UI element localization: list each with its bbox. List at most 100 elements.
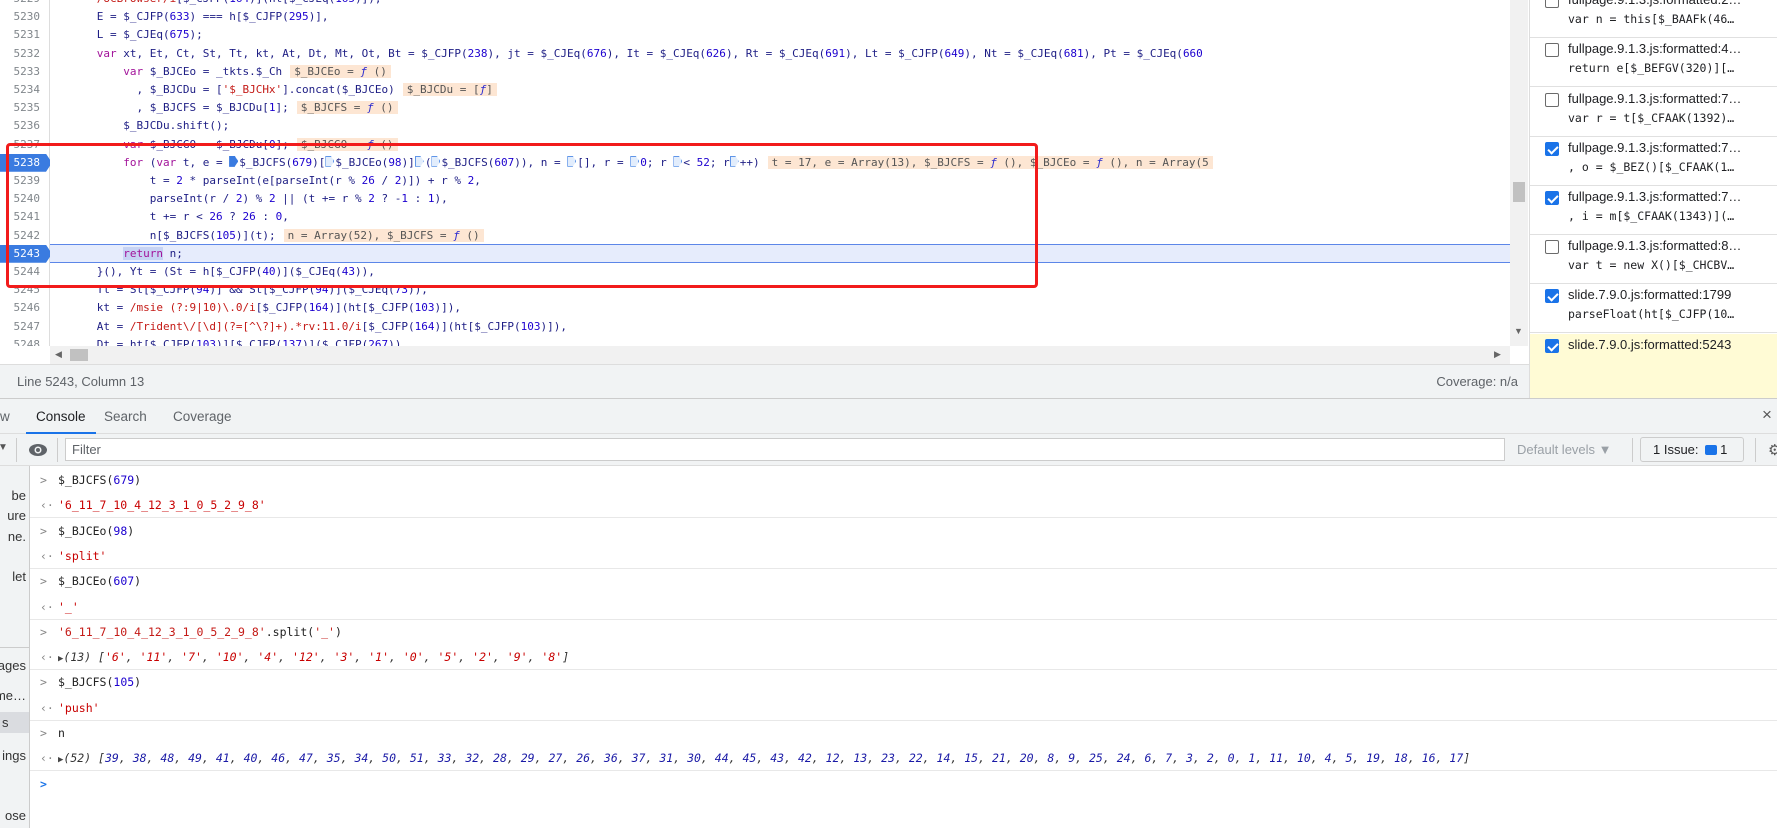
breakpoint-item[interactable]: fullpage.9.1.3.js:formatted:4… return e[$… <box>1530 38 1777 87</box>
breakpoint-checkbox[interactable] <box>1545 0 1559 8</box>
sidebar-item[interactable]: ne. <box>8 529 26 544</box>
tab-search[interactable]: Search <box>94 399 157 434</box>
console-prompt[interactable]: > <box>30 772 1777 797</box>
line-number[interactable]: 5244 <box>0 263 46 281</box>
line-number[interactable]: 5231 <box>0 26 46 44</box>
line-number[interactable]: 5240 <box>0 190 46 208</box>
breakpoint-item[interactable]: fullpage.9.1.3.js:formatted:2… var n = th… <box>1530 0 1777 38</box>
console-input[interactable]: > $_BJCFS(679) <box>30 468 1777 493</box>
inline-breakpoint-marker-icon[interactable] <box>673 155 683 167</box>
console-input[interactable]: > n <box>30 721 1777 746</box>
breakpoint-checkbox[interactable] <box>1545 93 1559 107</box>
console-result[interactable]: ‹· '6_11_7_10_4_12_3_1_0_5_2_9_8' <box>30 493 1777 519</box>
sidebar-item[interactable]: let <box>12 569 26 584</box>
issues-button[interactable]: 1 Issue: 1 <box>1640 437 1744 462</box>
code-line[interactable]: kt = /msie (?:9|10)\.0/i[$_CJFP(164)](ht… <box>57 299 461 317</box>
code-line[interactable]: , $_BJCDu = ['$_BJCHx'].concat($_BJCEo) $… <box>57 81 497 99</box>
breakpoint-item[interactable]: fullpage.9.1.3.js:formatted:8… var t = ne… <box>1530 235 1777 284</box>
line-number[interactable]: 5235 <box>0 99 46 117</box>
sidebar-item[interactable]: ure <box>7 508 26 523</box>
console-result[interactable]: ‹· ▶(13) ['6', '11', '7', '10', '4', '12'… <box>30 645 1777 671</box>
breakpoint-item[interactable]: fullpage.9.1.3.js:formatted:7… , o = $_BE… <box>1530 137 1777 186</box>
breakpoint-item[interactable]: slide.7.9.0.js:formatted:1799 parseFloat(… <box>1530 284 1777 333</box>
gear-icon[interactable]: ⚙ <box>1768 441 1777 459</box>
scroll-thumb[interactable] <box>70 349 88 361</box>
inline-breakpoint-marker-icon[interactable] <box>325 155 335 167</box>
code-line[interactable]: for (var t, e = $_BJCFS(679)[$_BJCEo(98)… <box>57 154 1213 172</box>
line-number[interactable]: 5242 <box>0 227 46 245</box>
source-editor[interactable]: 5229523052315232523352345235523652375238… <box>0 0 1510 346</box>
tab-console[interactable]: Console <box>26 399 96 434</box>
breakpoint-checkbox[interactable] <box>1545 191 1559 205</box>
line-number[interactable]: 5245 <box>0 281 46 299</box>
console-result[interactable]: ‹· ▶(52) [39, 38, 48, 49, 41, 40, 46, 47,… <box>30 746 1777 772</box>
inline-breakpoint-marker-icon[interactable] <box>567 155 577 167</box>
editor-vertical-scrollbar[interactable]: ▼ <box>1510 0 1528 346</box>
breakpoint-checkbox[interactable] <box>1545 339 1559 353</box>
code-line[interactable]: , $_BJCFS = $_BJCDu[1]; $_BJCFS = ƒ () <box>57 99 398 117</box>
breakpoint-checkbox[interactable] <box>1545 142 1559 156</box>
code-line[interactable]: $_BJCDu.shift(); <box>57 117 229 135</box>
code-line[interactable]: /UCBrowser/i[$_CJFP(164)](ht[$_CJEq(165)… <box>57 0 382 8</box>
inline-breakpoint-marker-icon[interactable] <box>431 155 441 167</box>
line-number[interactable]: 5248 <box>0 336 46 346</box>
close-drawer-icon[interactable]: × <box>1762 405 1772 425</box>
line-number[interactable]: 5229 <box>0 0 46 8</box>
sidebar-item[interactable]: be <box>12 488 26 503</box>
code-line[interactable]: Tt = St[$_CJFP(94)] && St[$_CJFP(94)]($_… <box>57 281 428 299</box>
log-levels-dropdown[interactable]: Default levels ▼ <box>1517 442 1612 457</box>
code-line[interactable]: L = $_CJEq(675); <box>57 26 203 44</box>
console-input[interactable]: > $_BJCEo(98) <box>30 519 1777 544</box>
eye-icon[interactable] <box>28 442 48 458</box>
code-line[interactable]: }(), Yt = (St = h[$_CJFP(40)]($_CJEq(43)… <box>57 263 375 281</box>
code-line[interactable]: Dt = ht[$_CJFP(103)][$_CJFP(137)]($_CJFP… <box>57 336 408 346</box>
line-number[interactable]: 5230 <box>0 8 46 26</box>
inline-breakpoint-marker-icon[interactable] <box>414 155 424 167</box>
sidebar-item[interactable]: s <box>0 712 29 733</box>
scroll-down-arrow-icon[interactable]: ▼ <box>1514 326 1523 336</box>
line-number[interactable]: 5236 <box>0 117 46 135</box>
console-result[interactable]: ‹·'split' <box>30 544 1777 569</box>
code-line[interactable]: var $_BJCGO = $_BJCDu[0]; $_BJCGO = ƒ () <box>57 136 398 154</box>
inline-breakpoint-marker-icon[interactable] <box>729 155 739 167</box>
breakpoint-item[interactable]: fullpage.9.1.3.js:formatted:7… , i = m[$_… <box>1530 186 1777 235</box>
inline-breakpoint-marker-icon[interactable] <box>229 155 239 167</box>
code-line[interactable]: t += r < 26 ? 26 : 0, <box>57 208 289 226</box>
scroll-left-arrow-icon[interactable]: ◀ <box>55 349 62 360</box>
sidebar-item[interactable]: ings <box>2 748 26 763</box>
breakpoint-checkbox[interactable] <box>1545 240 1559 254</box>
editor-horizontal-scrollbar[interactable]: ◀ ▶ <box>50 346 1510 364</box>
breakpoint-checkbox[interactable] <box>1545 289 1559 303</box>
code-line[interactable]: n[$_BJCFS(105)](t); n = Array(52), $_BJCF… <box>57 227 484 245</box>
code-line[interactable]: At = /Trident\/[\d](?=[^\?]+).*rv:11.0/i… <box>57 318 567 336</box>
line-number[interactable]: 5246 <box>0 299 46 317</box>
console-filter-input[interactable] <box>65 438 1505 461</box>
line-number[interactable]: 5241 <box>0 208 46 226</box>
code-line[interactable]: parseInt(r / 2) % 2 || (t += r % 2 ? -1 … <box>57 190 448 208</box>
tab-coverage[interactable]: Coverage <box>163 399 242 434</box>
breakpoint-checkbox[interactable] <box>1545 43 1559 57</box>
scroll-thumb[interactable] <box>1513 182 1525 202</box>
line-number[interactable]: 5239 <box>0 172 46 190</box>
line-number[interactable]: 5233 <box>0 63 46 81</box>
line-number[interactable]: 5243 <box>0 244 50 263</box>
code-line[interactable]: var xt, Et, Ct, St, Tt, kt, At, Dt, Mt, … <box>57 45 1203 63</box>
console-result[interactable]: ‹· '_' <box>30 595 1777 620</box>
console-input[interactable]: > $_BJCEo(607) <box>30 569 1777 594</box>
line-number[interactable]: 5238 <box>0 153 50 172</box>
breakpoint-item[interactable]: slide.7.9.0.js:formatted:5243 <box>1530 334 1777 398</box>
line-number[interactable]: 5234 <box>0 81 46 99</box>
line-number[interactable]: 5247 <box>0 318 46 336</box>
sidebar-item[interactable]: ose <box>5 808 26 823</box>
line-number-gutter[interactable]: 5229523052315232523352345235523652375238… <box>0 0 50 346</box>
sidebar-item[interactable]: me… <box>0 688 26 703</box>
line-number[interactable]: 5232 <box>0 45 46 63</box>
breakpoint-item[interactable]: fullpage.9.1.3.js:formatted:7… var r = t[… <box>1530 88 1777 137</box>
context-dropdown-icon[interactable]: ▼ <box>0 442 8 453</box>
code-line[interactable]: t = 2 * parseInt(e[parseInt(r % 26 / 2)]… <box>57 172 481 190</box>
tab-partial[interactable]: w <box>0 399 20 434</box>
console-output[interactable]: > $_BJCFS(679) ‹· '6_11_7_10_4_12_3_1_0_5_2… <box>30 466 1777 828</box>
scroll-right-arrow-icon[interactable]: ▶ <box>1494 349 1501 360</box>
console-input[interactable]: > '6_11_7_10_4_12_3_1_0_5_2_9_8'.split('_… <box>30 620 1777 645</box>
console-result[interactable]: ‹·'push' <box>30 696 1777 721</box>
